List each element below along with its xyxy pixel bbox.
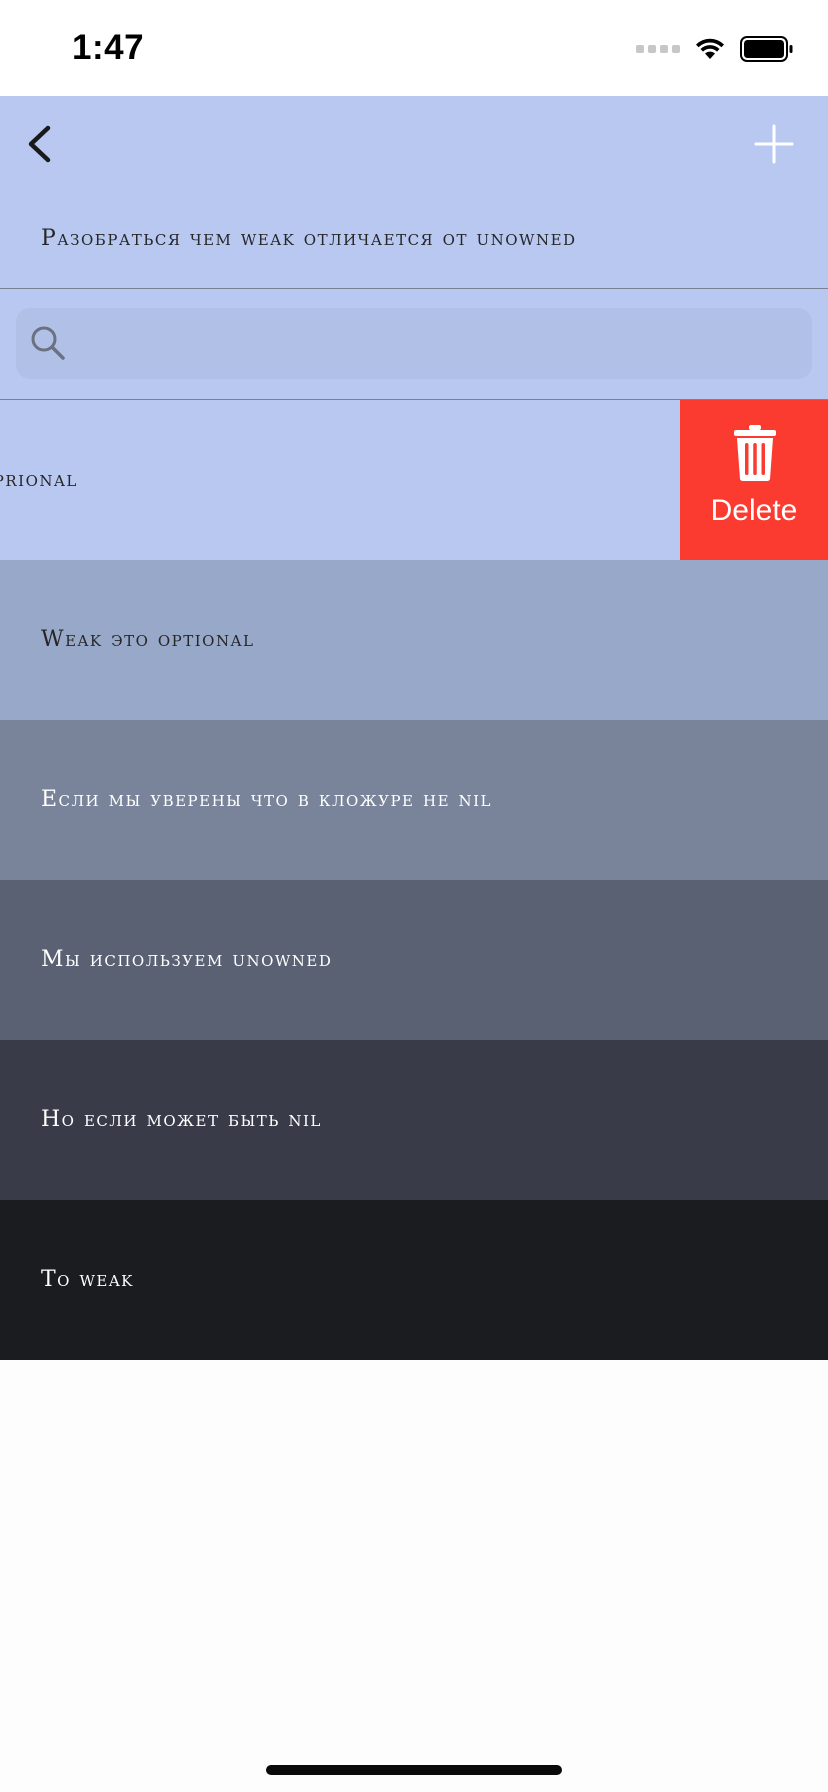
list-item[interactable]: Weak это optional — [0, 560, 828, 720]
status-bar: 1:47 — [0, 0, 828, 96]
item-list: ed не oprional Delete Weak это optional … — [0, 400, 828, 1360]
home-indicator[interactable] — [266, 1765, 562, 1775]
status-icons — [636, 36, 794, 62]
list-item-label: Но если может быть nil — [41, 1107, 322, 1132]
list-item[interactable]: Но если может быть nil — [0, 1040, 828, 1200]
list-item-label: ed не oprional — [0, 467, 78, 492]
battery-icon — [740, 36, 793, 62]
page-title: Разобраться чем weak отличается от unown… — [41, 226, 577, 251]
list-item-label: Мы используем unowned — [41, 947, 333, 972]
trash-icon — [734, 425, 776, 481]
delete-label: Delete — [710, 494, 798, 527]
list-item[interactable]: Мы используем unowned — [0, 880, 828, 1040]
list-item[interactable]: ed не oprional Delete — [0, 400, 828, 560]
status-time: 1:47 — [72, 28, 145, 67]
search-input[interactable] — [16, 308, 812, 379]
list-item-label: Если мы уверены что в кложуре не nil — [41, 787, 493, 812]
list-item-label: То weak — [41, 1267, 134, 1292]
back-button[interactable] — [18, 114, 78, 174]
plus-icon — [754, 124, 794, 164]
wifi-icon — [696, 38, 724, 59]
signal-icon — [636, 45, 680, 53]
list-item[interactable]: То weak — [0, 1200, 828, 1360]
navigation-bar: Разобраться чем weak отличается от unown… — [0, 96, 828, 288]
chevron-left-icon — [28, 125, 51, 163]
search-bar — [0, 289, 828, 399]
list-item[interactable]: Если мы уверены что в кложуре не nil — [0, 720, 828, 880]
list-item-label: Weak это optional — [41, 627, 255, 652]
add-button[interactable] — [746, 116, 802, 172]
delete-button[interactable]: Delete — [680, 400, 828, 560]
